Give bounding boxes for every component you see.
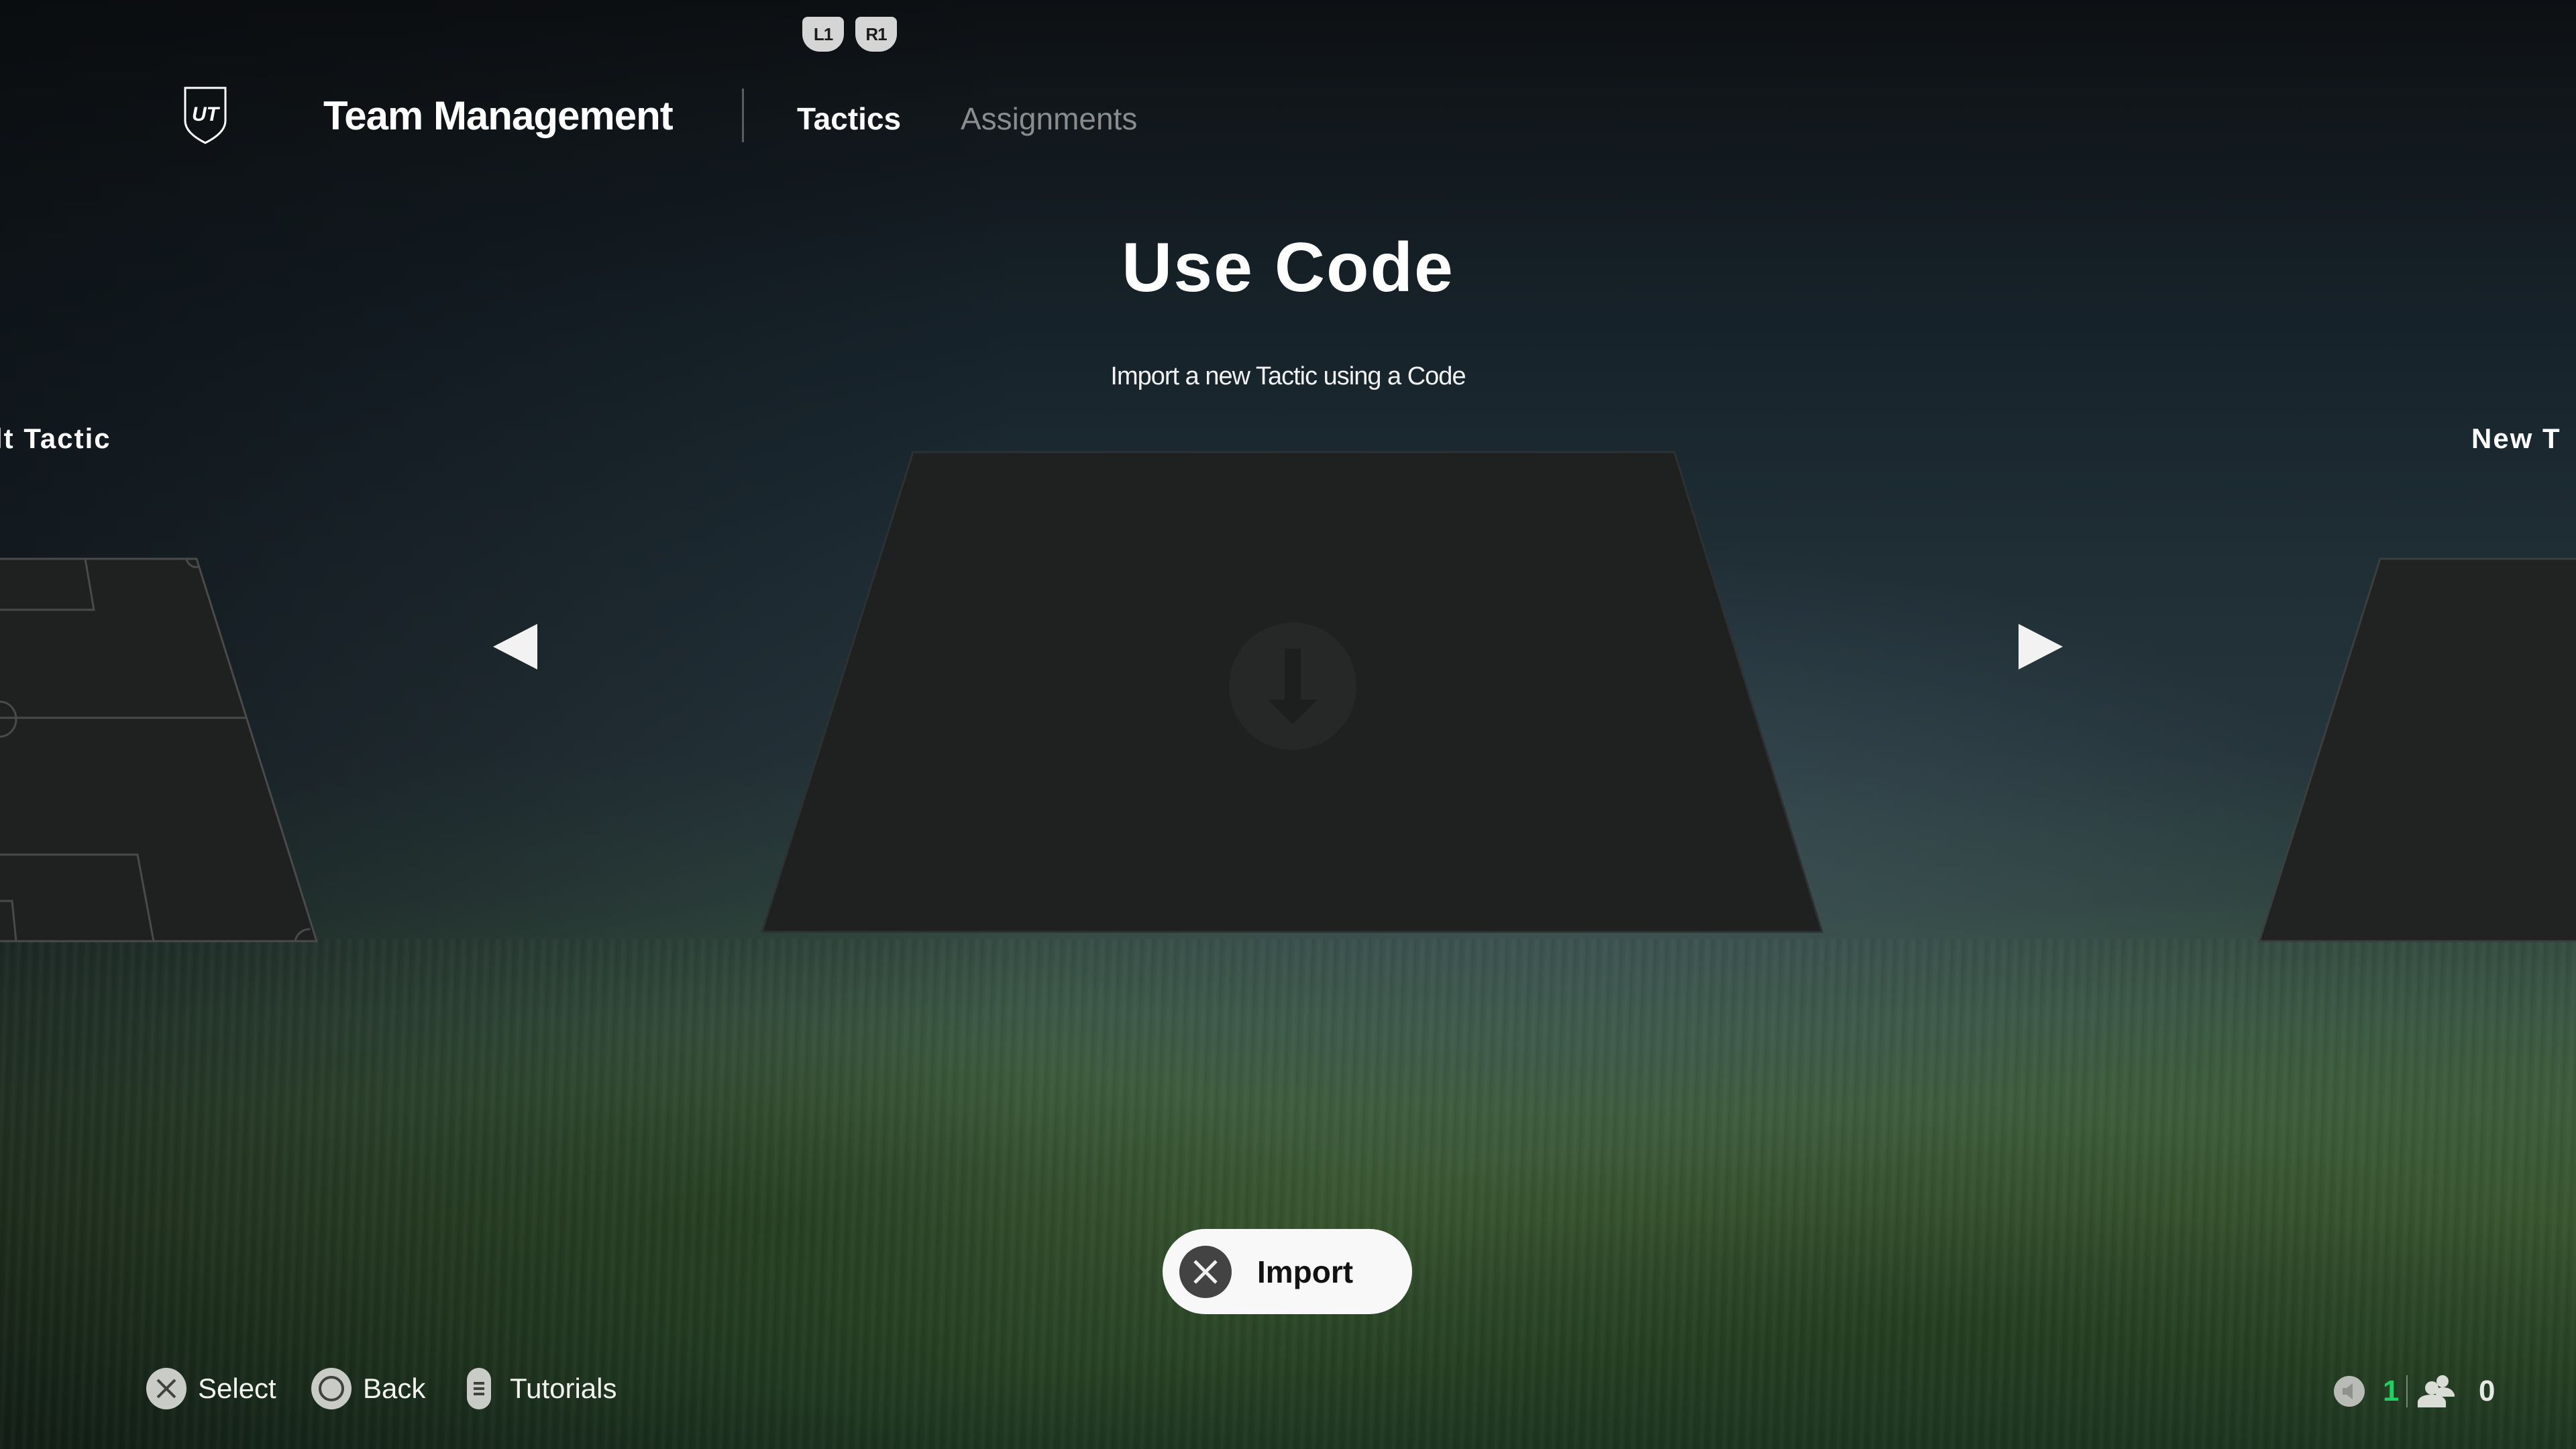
- use-code-card-hitarea[interactable]: [762, 452, 1822, 932]
- l1-bumper-hint[interactable]: L1: [802, 17, 844, 52]
- carousel-item-subtitle: Import a new Tactic using a Code: [1110, 362, 1466, 390]
- carousel-item-title: Use Code: [1122, 229, 1454, 307]
- friends-count: 0: [2479, 1375, 2496, 1407]
- select-hint-label: Select: [198, 1373, 276, 1404]
- select-hint[interactable]: Select: [146, 1367, 276, 1410]
- voice-chat-status[interactable]: 1: [2333, 1374, 2399, 1409]
- tutorials-hint[interactable]: Tutorials: [467, 1367, 617, 1410]
- tutorials-hint-label: Tutorials: [510, 1373, 617, 1404]
- previous-card-hitarea[interactable]: [0, 559, 317, 941]
- options-button-icon: [467, 1368, 491, 1409]
- svg-text:UT: UT: [192, 103, 221, 125]
- voice-count: 1: [2383, 1375, 2400, 1407]
- carousel-previous-arrow-icon[interactable]: [493, 624, 537, 669]
- back-hint-label: Back: [363, 1373, 426, 1404]
- friends-icon: [2418, 1375, 2455, 1407]
- l1-label: L1: [813, 23, 833, 44]
- ultimate-team-logo-icon: UT: [184, 87, 227, 144]
- cross-button-icon: [146, 1368, 186, 1409]
- import-button[interactable]: Import: [1163, 1229, 1412, 1314]
- header-divider: [742, 89, 744, 142]
- carousel-next-arrow-icon[interactable]: [2019, 624, 2063, 669]
- r1-label: R1: [865, 23, 887, 44]
- status-divider: [2406, 1375, 2408, 1407]
- previous-card-label: lt Tactic: [0, 423, 111, 454]
- tab-assignments[interactable]: Assignments: [961, 101, 1137, 137]
- back-hint[interactable]: Back: [311, 1367, 425, 1410]
- tab-tactics[interactable]: Tactics: [797, 101, 901, 137]
- friends-status[interactable]: 0: [2417, 1374, 2495, 1409]
- speaker-icon: [2334, 1376, 2365, 1407]
- page-section-title: Team Management: [323, 93, 674, 138]
- import-button-label: Import: [1257, 1254, 1354, 1289]
- next-card-hitarea[interactable]: [2259, 559, 2576, 941]
- r1-bumper-hint[interactable]: R1: [855, 17, 897, 52]
- cross-button-icon: [1179, 1245, 1232, 1298]
- circle-button-icon: [311, 1368, 352, 1409]
- next-card-label: New T: [2471, 423, 2561, 454]
